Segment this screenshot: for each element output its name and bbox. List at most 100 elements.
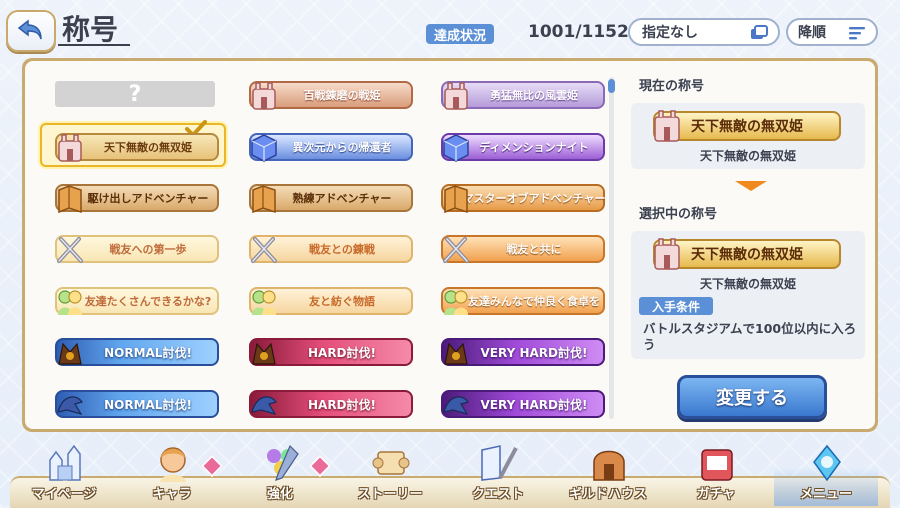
title-item-label: 駆け出しアドベンチャー <box>87 192 209 205</box>
title-item[interactable]: 友達たくさんできるかな? <box>55 287 219 315</box>
title-item-label: 勇猛無比の風雲姫 <box>490 89 578 102</box>
map-emblem-icon <box>58 185 82 214</box>
title-item[interactable]: 戦友と共に <box>441 235 605 263</box>
title-item-label: 戦友への第一歩 <box>109 243 187 256</box>
back-button[interactable] <box>6 10 56 52</box>
current-title-card: 天下無敵の無双姫 天下無敵の無双姫 <box>631 103 865 169</box>
titles-panel: ? 百戦錬磨の戦姫 勇猛無比の風雲姫天下無敵の無双姫 異次元からの帰還者 ディメンション… <box>22 58 878 432</box>
cube-emblem-icon <box>443 134 469 162</box>
notification-badge-icon <box>308 454 332 478</box>
nav-label: 強化 <box>266 487 293 502</box>
title-item[interactable]: 戦友への第一歩 <box>55 235 219 263</box>
nav-item[interactable]: キャラ <box>120 440 224 506</box>
swords-emblem-icon <box>251 237 277 263</box>
title-item-label: 戦友との錬戦 <box>309 243 375 256</box>
arrow-down-icon <box>735 181 767 191</box>
window-icon <box>751 25 768 39</box>
filter-dropdown[interactable]: 指定なし <box>628 18 780 46</box>
achievement-label: 達成状況 <box>426 24 494 44</box>
title-item[interactable]: 熟練アドベンチャー <box>249 184 413 214</box>
title-item-label: 友と紡ぐ物語 <box>309 295 375 308</box>
title-item[interactable]: 駆け出しアドベンチャー <box>55 184 219 214</box>
nav-label: ギルドハウス <box>568 487 647 502</box>
title-underline <box>58 44 130 46</box>
scrollbar-track[interactable] <box>609 77 614 419</box>
sort-order-button[interactable]: 降順 <box>786 18 878 46</box>
boss-emblem-icon <box>58 342 82 365</box>
selected-title-card: 天下無敵の無双姫 天下無敵の無双姫 入手条件 バトルスタジアムで100位以内に入… <box>631 231 865 359</box>
title-item[interactable]: 異次元からの帰還者 <box>249 133 413 162</box>
nav-item[interactable]: メニュー <box>774 440 878 506</box>
title-item[interactable]: 友と紡ぐ物語 <box>249 287 413 315</box>
title-item-label: VERY HARD討伐! <box>480 397 588 412</box>
sort-label: 降順 <box>798 25 826 41</box>
nav-label: キャラ <box>152 487 192 502</box>
title-item-label: HARD討伐! <box>307 397 376 412</box>
castle-emblem-icon <box>58 134 82 162</box>
enhance-icon <box>267 444 299 481</box>
title-item[interactable]: 天下無敵の無双姫 <box>55 133 219 162</box>
title-item-label: HARD討伐! <box>307 345 376 360</box>
title-item[interactable]: NORMAL討伐! <box>55 338 219 366</box>
page-title: 称号 <box>62 13 119 46</box>
title-item[interactable]: 百戦錬磨の戦姫 <box>249 81 413 110</box>
title-detail-panel: 現在の称号 天下無敵の無双姫 天下無敵の無双姫 選択中の称号 天下無敵の無双姫 … <box>631 69 867 423</box>
condition-text: バトルスタジアムで100位以内に入ろう <box>643 321 857 352</box>
castle-icon <box>49 444 81 481</box>
character-icon <box>160 447 186 482</box>
swords-emblem-icon <box>443 237 469 263</box>
dragon-emblem-icon <box>57 396 83 415</box>
title-item[interactable]: 勇猛無比の風雲姫 <box>441 81 605 110</box>
bottom-navigation: マイページ キャラ 強化 ストーリー クエスト ギルドハウス ガチャ メニュー <box>0 440 900 508</box>
nav-item[interactable]: 強化 <box>228 440 332 506</box>
castle-emblem-icon <box>654 110 680 142</box>
guild-house-icon <box>593 450 625 481</box>
castle-emblem-icon <box>252 82 276 110</box>
map-emblem-icon <box>444 185 468 214</box>
filter-label: 指定なし <box>642 25 698 41</box>
quest-icon <box>481 445 518 481</box>
current-title-heading: 現在の称号 <box>639 79 705 94</box>
nav-label: メニュー <box>799 487 852 502</box>
swords-emblem-icon <box>57 237 83 263</box>
castle-emblem-icon <box>444 82 468 110</box>
friends-emblem-icon <box>444 290 468 315</box>
gacha-icon <box>701 449 733 481</box>
cube-emblem-icon <box>251 134 277 162</box>
nav-item[interactable]: ギルドハウス <box>556 440 660 506</box>
title-item[interactable]: VERY HARD討伐! <box>441 390 605 418</box>
title-item-label: 友達みんなで仲良く食卓を <box>468 295 600 308</box>
title-item[interactable]: VERY HARD討伐! <box>441 338 605 366</box>
change-title-button[interactable]: 変更する <box>677 375 827 419</box>
achievement-value: 1001/1152 <box>528 22 629 42</box>
title-item-label: 百戦錬磨の戦姫 <box>303 89 381 102</box>
title-item[interactable]: マスターオブアドベンチャー <box>441 184 606 214</box>
title-item-label: VERY HARD討伐! <box>480 345 588 360</box>
title-item[interactable]: NORMAL討伐! <box>55 390 219 418</box>
map-emblem-icon <box>252 185 276 214</box>
boss-emblem-icon <box>444 342 468 365</box>
title-item-label: 異次元からの帰還者 <box>292 141 392 154</box>
friends-emblem-icon <box>252 290 276 315</box>
title-item-label: マスターオブアドベンチャー <box>462 192 606 205</box>
nav-item[interactable]: ガチャ <box>664 440 768 506</box>
title-item-label: 熟練アドベンチャー <box>292 192 392 205</box>
title-item[interactable]: ? <box>55 81 215 107</box>
title-item[interactable]: 友達みんなで仲良く食卓を <box>441 287 605 315</box>
boss-emblem-icon <box>252 342 276 365</box>
nav-item[interactable]: ストーリー <box>338 440 442 506</box>
scrollbar-thumb[interactable] <box>608 79 615 93</box>
notification-badge-icon <box>200 454 224 478</box>
nav-item[interactable]: クエスト <box>446 440 550 506</box>
title-item-label: 友達たくさんできるかな? <box>84 295 212 308</box>
title-item[interactable]: ディメンションナイト <box>441 133 605 162</box>
nav-item[interactable]: マイページ <box>12 440 116 506</box>
nav-label: ストーリー <box>357 487 423 502</box>
dragon-emblem-icon <box>443 396 469 415</box>
title-item[interactable]: HARD討伐! <box>249 338 413 366</box>
menu-icon <box>813 444 841 482</box>
selected-title-badge: 天下無敵の無双姫 <box>653 238 841 270</box>
title-item-label: 戦友と共に <box>506 243 562 256</box>
title-item[interactable]: HARD討伐! <box>249 390 413 418</box>
title-item[interactable]: 戦友との錬戦 <box>249 235 413 263</box>
